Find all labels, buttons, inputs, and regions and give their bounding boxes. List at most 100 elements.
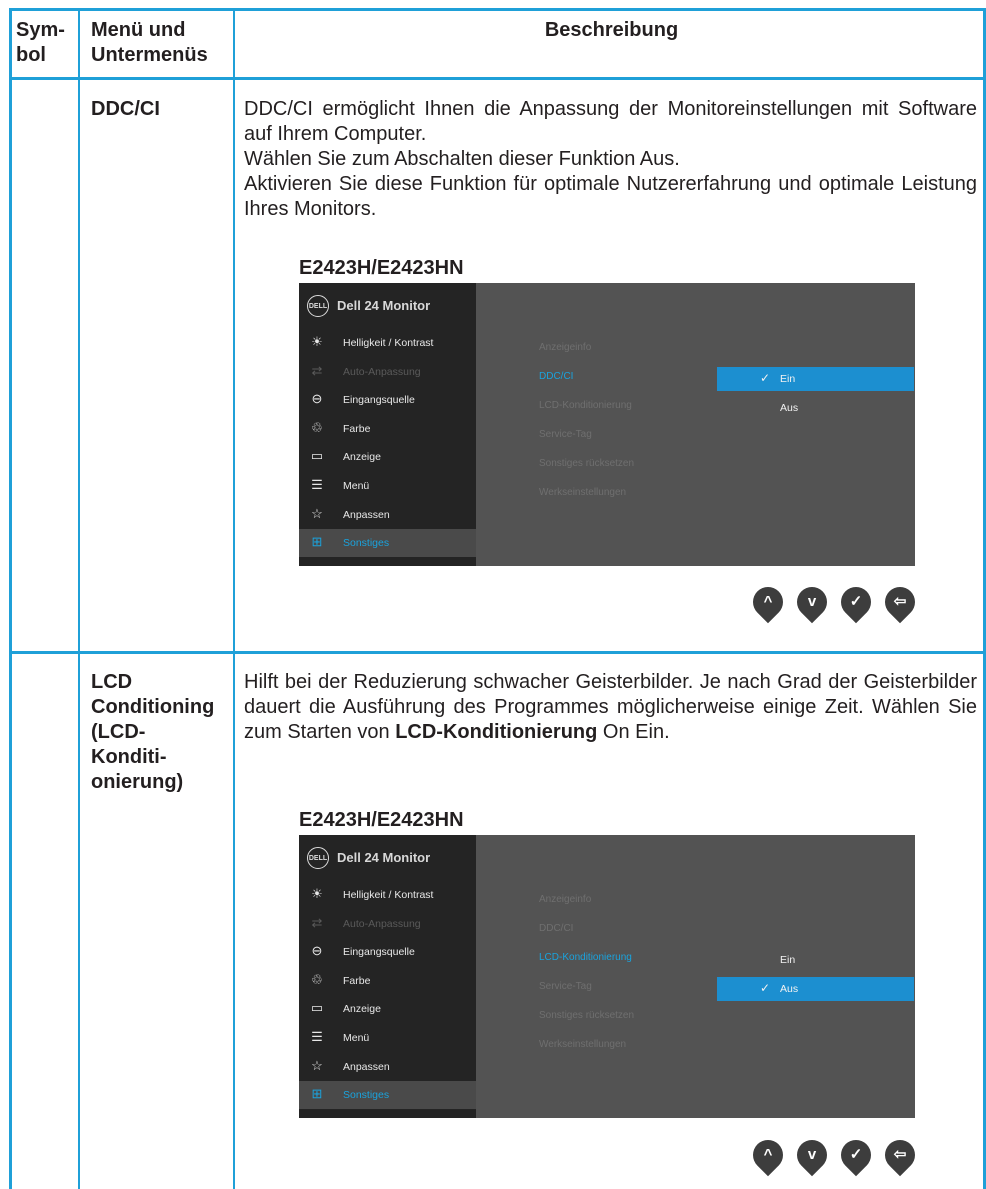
input-source-icon: ⊖ [311, 943, 323, 959]
back-button[interactable]: ⇦ [878, 1133, 922, 1177]
osd-menu-label: Helligkeit / Kontrast [343, 889, 434, 901]
osd-menu-item[interactable]: ⊖ Eingangsquelle [299, 938, 476, 966]
osd-screen-lcd-conditioning: DELL Dell 24 Monitor ☀ Helligkeit / Kontras… [299, 835, 915, 1118]
osd-menu-item[interactable]: ☀ Helligkeit / Kontrast [299, 329, 476, 357]
osd-submenu-item[interactable]: LCD-Konditionierung [539, 952, 632, 963]
osd-menu-label: Helligkeit / Kontrast [343, 337, 434, 349]
osd-menu-item[interactable]: ☆ Anpassen [299, 1053, 476, 1081]
osd-option[interactable]: Ein [717, 948, 914, 972]
personalize-icon: ☆ [311, 1057, 323, 1073]
osd-menu-label: Auto-Anpassung [343, 365, 421, 378]
osd-submenu-item[interactable]: Sonstiges rücksetzen [539, 1010, 634, 1021]
osd-title: Dell 24 Monitor [337, 298, 431, 313]
others-icon: ⊞ [311, 1086, 323, 1102]
color-icon: ♲ [311, 419, 323, 435]
dell-logo-icon: DELL [307, 295, 329, 317]
nav-buttons-ddcci: ^ v ✓ ⇦ [746, 580, 923, 625]
row1-bottom-border [9, 651, 986, 654]
osd-submenu-item[interactable]: Anzeigeinfo [539, 342, 591, 353]
row-ddcci-description: DDC/CI ermöglicht Ihnen die Anpassung de… [244, 98, 977, 220]
osd-submenu-item[interactable]: Werkseinstellungen [539, 1039, 626, 1050]
osd-option[interactable]: ✓ Aus [717, 977, 914, 1001]
osd-menu-label: Menü [343, 480, 370, 492]
osd-submenu-item[interactable]: Sonstiges rücksetzen [539, 458, 634, 469]
osd-submenu-item[interactable]: Werkseinstellungen [539, 487, 626, 498]
up-arrow-button[interactable]: ^ [746, 1133, 790, 1177]
row-lcd-name: LCD Conditioning (LCD- Konditi- onierung… [91, 671, 215, 793]
osd-menu-item[interactable]: ☀ Helligkeit / Kontrast [299, 881, 476, 909]
up-arrow-button[interactable]: ^ [746, 580, 790, 624]
osd-menu-item[interactable]: ♲ Farbe [299, 967, 476, 995]
input-source-icon: ⊖ [311, 391, 323, 407]
osd-menu-item[interactable]: ☆ Anpassen [299, 501, 476, 529]
osd-menu-item[interactable]: ♲ Farbe [299, 415, 476, 443]
osd-option[interactable]: Aus [717, 396, 914, 420]
osd-sidebar: DELL Dell 24 Monitor ☀ Helligkeit / Kontras… [299, 283, 476, 566]
header-description: Beschreibung [544, 19, 679, 41]
checkmark-button[interactable]: ✓ [834, 580, 878, 624]
row-ddcci-name: DDC/CI [91, 98, 160, 120]
header-bottom-border [9, 77, 986, 80]
osd-submenu-item[interactable]: DDC/CI [539, 923, 573, 934]
down-arrow-button[interactable]: v [790, 1133, 834, 1177]
auto-adjust-icon: ⇄ [311, 362, 323, 378]
table-top-border [9, 8, 986, 11]
down-arrow-button[interactable]: v [790, 580, 834, 624]
osd-submenu-item[interactable]: Service-Tag [539, 429, 592, 440]
osd-menu-label: Farbe [343, 422, 371, 435]
osd-sidebar: DELL Dell 24 Monitor ☀ Helligkeit / Kontras… [299, 835, 476, 1118]
osd-menu-label: Sonstiges [343, 537, 390, 550]
osd-menu-item[interactable]: ⊞ Sonstiges [299, 529, 476, 558]
others-icon: ⊞ [311, 534, 323, 550]
osd-menu-item[interactable]: ☰ Menü [299, 1024, 476, 1052]
osd-menu-label: Anpassen [343, 508, 390, 521]
osd-menu-item[interactable]: ▭ Anzeige [299, 443, 476, 471]
display-icon: ▭ [310, 448, 324, 464]
down-arrow-icon: v [807, 593, 817, 610]
osd-option-label: Ein [780, 954, 796, 966]
row-lcd-description: Hilft bei der Reduzierung schwacher Geis… [244, 671, 977, 743]
header-menu: Menü und Untermenüs [91, 19, 208, 66]
brightness-icon: ☀ [311, 886, 323, 901]
brightness-icon: ☀ [311, 334, 323, 349]
back-icon: ⇦ [893, 1146, 907, 1163]
osd-menu-label: Anzeige [343, 451, 381, 464]
osd-screen-ddcci: DELL Dell 24 Monitor ☀ Helligkeit / Kontras… [299, 283, 915, 566]
up-arrow-icon: ^ [763, 593, 773, 610]
back-button[interactable]: ⇦ [878, 580, 922, 624]
header-symbol: Sym-bol [16, 19, 65, 66]
checkmark-icon: ✓ [849, 593, 863, 610]
osd-menu-item[interactable]: ⊖ Eingangsquelle [299, 386, 476, 414]
osd-option-label: Ein [780, 373, 796, 385]
auto-adjust-icon: ⇄ [311, 914, 323, 930]
osd-submenu-item[interactable]: Anzeigeinfo [539, 894, 591, 905]
row-lcd-model: E2423H/E2423HN [299, 809, 464, 831]
col1-divider [78, 8, 80, 1189]
osd-menu-item[interactable]: ⇄ Auto-Anpassung [299, 910, 476, 938]
row-ddcci-model: E2423H/E2423HN [299, 257, 464, 279]
osd-menu-item[interactable]: ⊞ Sonstiges [299, 1081, 476, 1110]
osd-menu-label: Anpassen [343, 1060, 390, 1073]
col2-divider [233, 8, 235, 1189]
osd-menu-item[interactable]: ☰ Menü [299, 472, 476, 500]
color-icon: ♲ [311, 971, 323, 987]
back-icon: ⇦ [893, 593, 907, 610]
osd-submenu-item[interactable]: LCD-Konditionierung [539, 400, 632, 411]
checkmark-button[interactable]: ✓ [834, 1133, 878, 1177]
menu-icon: ☰ [311, 477, 323, 492]
osd-submenu-item[interactable]: Service-Tag [539, 981, 592, 992]
osd-menu-label: Sonstiges [343, 1089, 390, 1102]
osd-menu-item[interactable]: ▭ Anzeige [299, 995, 476, 1023]
osd-menu-item[interactable]: ⇄ Auto-Anpassung [299, 358, 476, 386]
osd-title: Dell 24 Monitor [337, 850, 431, 865]
osd-option[interactable]: ✓ Ein [717, 367, 914, 391]
osd-option-label: Aus [780, 983, 799, 995]
osd-submenu-item[interactable]: DDC/CI [539, 371, 573, 382]
osd-menu-label: Anzeige [343, 1003, 381, 1016]
display-icon: ▭ [310, 1000, 324, 1016]
osd-menu-label: Eingangsquelle [343, 394, 415, 407]
osd-menu-label: Auto-Anpassung [343, 917, 421, 930]
checkmark-icon: ✓ [849, 1146, 863, 1163]
up-arrow-icon: ^ [763, 1146, 773, 1163]
menu-icon: ☰ [311, 1029, 323, 1044]
